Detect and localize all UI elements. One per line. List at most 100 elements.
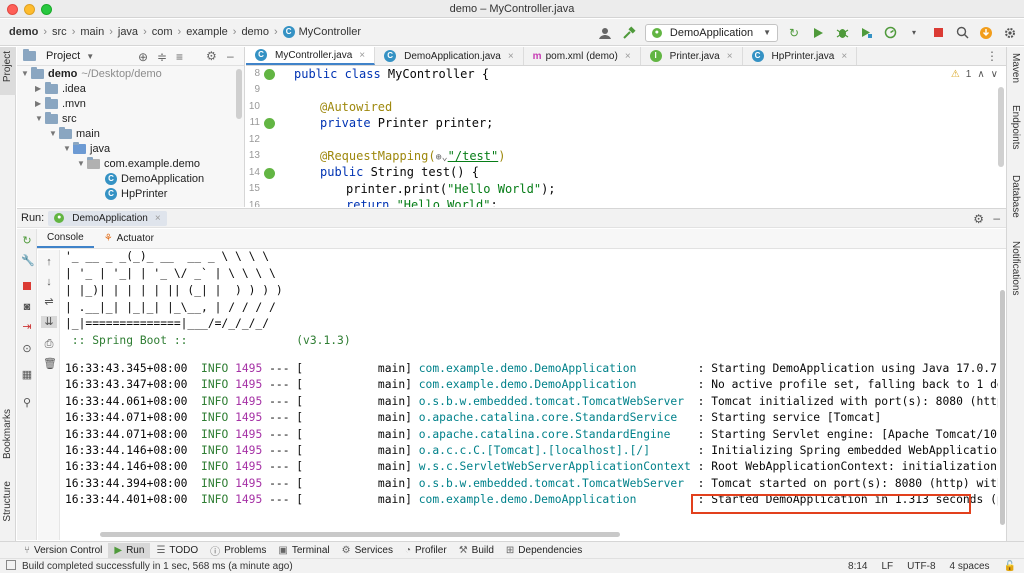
settings-gear-icon[interactable] (1002, 25, 1018, 41)
tab-printer[interactable]: I Printer.java × (641, 47, 743, 65)
scroll-thumb[interactable] (1000, 290, 1005, 525)
breadcrumb-item[interactable]: MyController (299, 26, 361, 38)
user-icon[interactable] (597, 25, 613, 41)
tool-terminal[interactable]: ▣ Terminal (272, 543, 335, 558)
collapse-all-icon[interactable]: ≑ (157, 50, 167, 64)
close-tab-icon[interactable]: × (508, 51, 514, 62)
project-scrollbar[interactable] (236, 69, 242, 119)
maven-tab[interactable]: Maven (1010, 53, 1021, 83)
tree-item-demoapplication[interactable]: C DemoApplication (105, 171, 204, 186)
database-tab[interactable]: Database (1010, 175, 1021, 218)
tree-item-java[interactable]: ▼ java (63, 141, 110, 156)
chevron-down-icon[interactable]: ▼ (35, 114, 45, 123)
debug-icon[interactable] (834, 25, 850, 41)
update-icon[interactable] (978, 25, 994, 41)
layout-icon[interactable]: ▦ (21, 369, 33, 381)
breadcrumb-item[interactable]: main (80, 26, 104, 38)
chevron-down-icon[interactable]: ▼ (21, 69, 31, 78)
endpoint-gutter-icon[interactable] (264, 168, 275, 179)
tab-console[interactable]: Console (37, 229, 94, 248)
tool-services[interactable]: ⚙ Services (336, 543, 399, 558)
pin-icon[interactable]: ⚲ (21, 397, 33, 409)
tool-dependencies[interactable]: ⊞ Dependencies (500, 543, 588, 558)
next-highlight-icon[interactable]: ∨ (991, 69, 998, 80)
status-message[interactable]: Build completed successfully in 1 sec, 5… (22, 561, 293, 572)
run-configuration-selector[interactable]: ● DemoApplication ▼ (644, 23, 778, 42)
breadcrumb-item[interactable]: java (118, 26, 138, 38)
line-separator[interactable]: LF (882, 561, 894, 572)
indent-setting[interactable]: 4 spaces (950, 561, 990, 572)
stop-icon[interactable] (21, 281, 33, 293)
tab-demoapplication[interactable]: C DemoApplication.java × (375, 47, 524, 65)
chevron-down-icon[interactable]: ▼ (77, 159, 87, 168)
close-tab-icon[interactable]: × (841, 51, 847, 62)
web-link-icon[interactable]: ⊕⌄ (436, 152, 448, 163)
close-tab-icon[interactable]: × (625, 51, 631, 62)
more-run-options-icon[interactable]: ▾ (906, 25, 922, 41)
breadcrumb-item[interactable]: src (52, 26, 67, 38)
trash-icon[interactable]: 🗑 (43, 358, 57, 370)
project-tool-tab[interactable]: Project (0, 47, 16, 95)
tool-run[interactable]: ▶ Run (108, 542, 151, 558)
tab-mycontroller[interactable]: C MyController.java × (246, 47, 376, 65)
tool-version-control[interactable]: ⑂ Version Control (18, 543, 108, 558)
modify-run-config-icon[interactable]: 🔧 (21, 255, 35, 267)
run-icon[interactable] (810, 25, 826, 41)
code-line[interactable]: printer.print("Hello World"); (346, 182, 556, 196)
run-tab-demoapplication[interactable]: ● DemoApplication × (48, 210, 167, 226)
chevron-right-icon[interactable]: ▶ (35, 84, 45, 93)
coverage-icon[interactable] (858, 25, 874, 41)
autowired-gutter-icon[interactable] (264, 118, 275, 129)
bookmarks-tab[interactable]: Bookmarks (2, 409, 13, 459)
caret-position[interactable]: 8:14 (848, 561, 867, 572)
editor-scrollbar[interactable] (998, 87, 1004, 167)
code-line[interactable]: @Autowired (320, 100, 392, 114)
arrow-down-icon[interactable]: ↓ (43, 276, 55, 288)
exit-icon[interactable]: ⇥ (21, 321, 33, 333)
chevron-down-icon[interactable]: ▼ (86, 52, 94, 61)
code-line[interactable]: private Printer printer; (320, 116, 493, 130)
tree-item-demo[interactable]: ▼ demo ~/Desktop/demo (21, 66, 162, 81)
search-icon[interactable] (954, 25, 970, 41)
tab-actions-icon[interactable]: ⋮ (986, 47, 1006, 65)
settings-gear-icon[interactable]: ⚙ (973, 212, 984, 226)
chevron-down-icon[interactable]: ▼ (63, 144, 73, 153)
previous-highlight-icon[interactable]: ∧ (977, 69, 984, 80)
tool-problems[interactable]: ⓘ Problems (204, 543, 272, 558)
hide-panel-icon[interactable]: – (227, 49, 234, 63)
tab-actuator[interactable]: ⚘ Actuator (94, 229, 164, 248)
close-tab-icon[interactable]: × (359, 50, 365, 61)
settings-gear-icon[interactable]: ⚙ (206, 49, 217, 63)
tree-item-src[interactable]: ▼ src (35, 111, 77, 126)
tree-item-hpprinter[interactable]: C HpPrinter (105, 186, 167, 201)
camera-icon[interactable]: ◙ (21, 301, 33, 313)
tab-hpprinter[interactable]: C HpPrinter.java × (743, 47, 858, 65)
code-line[interactable]: @RequestMapping(⊕⌄"/test") (320, 149, 505, 163)
rerun-icon[interactable]: ↻ (21, 235, 33, 247)
scroll-to-end-icon[interactable]: ⇊ (41, 316, 57, 328)
project-view-selector[interactable]: Project (46, 50, 80, 62)
endpoints-tab[interactable]: Endpoints (1010, 105, 1021, 149)
chevron-down-icon[interactable]: ▼ (49, 129, 59, 138)
tree-item-package[interactable]: ▼ com.example.demo (77, 156, 200, 171)
breadcrumb-item[interactable]: demo (241, 26, 269, 38)
inspection-widget[interactable]: ⚠ 1 ∧ ∨ (951, 69, 998, 80)
status-toggle-icon[interactable] (6, 560, 16, 570)
tool-build[interactable]: ⚒ Build (453, 543, 500, 558)
horizontal-scrollbar[interactable] (100, 532, 620, 537)
breadcrumb-item[interactable]: com (152, 26, 173, 38)
code-line[interactable]: public String test() { (320, 165, 479, 179)
tree-item-main[interactable]: ▼ main (49, 126, 100, 141)
tree-item-mvn[interactable]: ▶ .mvn (35, 96, 86, 111)
file-encoding[interactable]: UTF-8 (907, 561, 935, 572)
tab-pom[interactable]: m pom.xml (demo) × (524, 47, 641, 65)
arrow-up-icon[interactable]: ↑ (43, 256, 55, 268)
locate-icon[interactable]: ⊕ (138, 50, 148, 64)
console-scrollbar[interactable] (998, 250, 1006, 540)
breadcrumb-item[interactable]: demo (9, 26, 38, 38)
code-line[interactable]: return "Hello World"; (346, 198, 498, 207)
close-tab-icon[interactable]: × (155, 213, 161, 224)
profile-icon[interactable] (882, 25, 898, 41)
tool-todo[interactable]: ☰ TODO (150, 543, 204, 558)
tool-profiler[interactable]: ◔ Profiler (399, 543, 453, 558)
